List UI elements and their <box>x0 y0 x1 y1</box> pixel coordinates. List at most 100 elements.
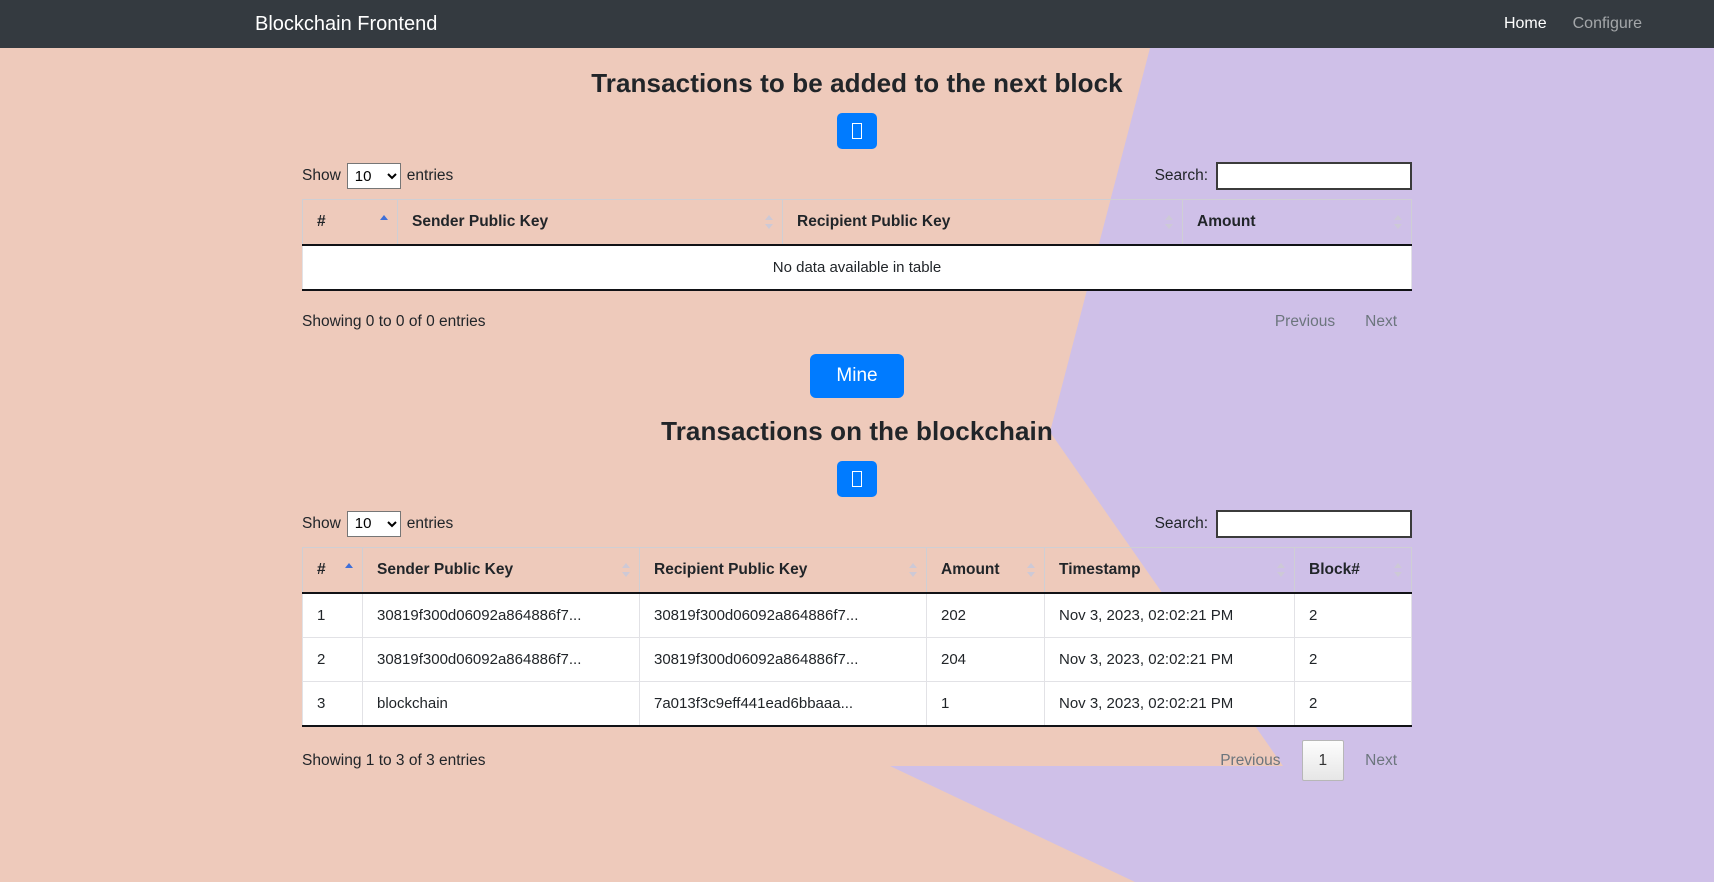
nav-link-configure[interactable]: Configure <box>1573 15 1642 33</box>
blockchain-previous-button[interactable]: Previous <box>1205 743 1295 779</box>
blockchain-col-index[interactable]: # <box>302 546 363 594</box>
missing-glyph-icon <box>852 470 862 487</box>
blockchain-refresh-wrap <box>0 460 1714 497</box>
sort-both-icon <box>1165 214 1174 230</box>
pending-filter-control: Search: <box>1155 162 1412 190</box>
table-row[interactable]: 2 30819f300d06092a864886f7... 30819f300d… <box>302 637 1412 682</box>
blockchain-col-recipient[interactable]: Recipient Public Key <box>639 546 927 594</box>
pending-search-label: Search: <box>1154 167 1208 184</box>
blockchain-transactions-table: # Sender Public Key Recipient Public Key <box>302 546 1412 727</box>
blockchain-search-input[interactable] <box>1216 509 1412 538</box>
blockchain-section-title: Transactions on the blockchain <box>661 415 1053 446</box>
navbar-brand[interactable]: Blockchain Frontend <box>255 14 437 34</box>
mine-button[interactable]: Mine <box>810 353 904 398</box>
sort-both-icon <box>1027 562 1036 578</box>
blockchain-col-amount-label: Amount <box>941 560 1000 578</box>
cell-sender: 30819f300d06092a864886f7... <box>362 637 640 682</box>
blockchain-next-button[interactable]: Next <box>1350 743 1412 779</box>
cell-amount: 204 <box>926 637 1045 682</box>
cell-block: 2 <box>1294 592 1412 638</box>
blockchain-table-head: # Sender Public Key Recipient Public Key <box>302 546 1412 594</box>
cell-index: 3 <box>302 681 363 727</box>
cell-block: 2 <box>1294 681 1412 727</box>
sort-both-icon <box>622 562 631 578</box>
blockchain-filter-control: Search: <box>1154 509 1412 538</box>
pending-table-wrap: Show 10 25 50 100 entries Search: # <box>302 149 1412 340</box>
pending-col-amount-label: Amount <box>1197 213 1256 230</box>
sort-both-icon <box>909 562 918 578</box>
pending-col-sender[interactable]: Sender Public Key <box>397 199 783 246</box>
blockchain-col-amount[interactable]: Amount <box>926 546 1045 594</box>
pending-show-label: Show <box>302 167 341 184</box>
cell-amount: 202 <box>926 592 1045 638</box>
pending-col-recipient-label: Recipient Public Key <box>797 213 951 230</box>
pending-table-info: Showing 0 to 0 of 0 entries <box>302 312 486 330</box>
cell-block: 2 <box>1294 637 1412 682</box>
cell-index: 2 <box>302 637 363 682</box>
blockchain-search-label: Search: <box>1154 514 1208 532</box>
pending-empty-row: No data available in table <box>302 245 1412 291</box>
sort-ascending-icon <box>345 562 354 578</box>
blockchain-table-wrap: Show 10 25 50 100 entries Search: # <box>302 497 1412 782</box>
blockchain-pagination: Previous 1 Next <box>1205 739 1412 782</box>
pending-next-button[interactable]: Next <box>1350 304 1412 340</box>
cell-sender: blockchain <box>362 681 640 727</box>
pending-table-head: # Sender Public Key Recipient Public Key <box>302 199 1412 246</box>
pending-col-amount[interactable]: Amount <box>1182 199 1412 246</box>
blockchain-length-control: Show 10 25 50 100 entries <box>302 510 454 537</box>
pending-length-control: Show 10 25 50 100 entries <box>302 163 453 189</box>
sort-both-icon <box>765 214 774 230</box>
cell-sender: 30819f300d06092a864886f7... <box>362 592 640 638</box>
mine-button-wrap: Mine <box>0 353 1714 398</box>
pending-transactions-table: # Sender Public Key Recipient Public Key <box>302 199 1412 291</box>
blockchain-refresh-button[interactable] <box>837 460 877 497</box>
sort-both-icon <box>1394 214 1403 230</box>
sort-both-icon <box>1394 562 1403 578</box>
cell-recipient: 30819f300d06092a864886f7... <box>639 592 927 638</box>
cell-timestamp: Nov 3, 2023, 02:02:21 PM <box>1044 637 1295 682</box>
pending-table-controls: Show 10 25 50 100 entries Search: <box>302 149 1412 199</box>
sort-ascending-icon <box>380 214 389 230</box>
blockchain-table-controls: Show 10 25 50 100 entries Search: <box>302 497 1412 547</box>
top-navbar: Blockchain Frontend Home Configure <box>0 0 1714 48</box>
blockchain-table-info: Showing 1 to 3 of 3 entries <box>302 751 486 769</box>
blockchain-col-sender-label: Sender Public Key <box>377 560 514 578</box>
blockchain-header-row: # Sender Public Key Recipient Public Key <box>302 546 1412 594</box>
pending-col-index[interactable]: # <box>302 199 398 246</box>
table-row[interactable]: 3 blockchain 7a013f3c9eff441ead6bbaaa...… <box>302 681 1412 727</box>
pending-col-index-label: # <box>317 213 326 230</box>
pending-pagination: Previous Next <box>1260 304 1412 340</box>
cell-recipient: 30819f300d06092a864886f7... <box>639 637 927 682</box>
pending-refresh-wrap <box>0 113 1714 149</box>
pending-page-length-select[interactable]: 10 25 50 100 <box>346 163 401 189</box>
blockchain-col-sender[interactable]: Sender Public Key <box>362 546 640 594</box>
pending-col-recipient[interactable]: Recipient Public Key <box>782 199 1183 246</box>
blockchain-col-timestamp[interactable]: Timestamp <box>1044 546 1295 594</box>
blockchain-show-label: Show <box>302 514 341 532</box>
blockchain-table-body: 1 30819f300d06092a864886f7... 30819f300d… <box>302 592 1412 727</box>
cell-index: 1 <box>302 592 363 638</box>
blockchain-page-1-button[interactable]: 1 <box>1301 739 1345 782</box>
blockchain-col-block-label: Block# <box>1309 560 1360 578</box>
pending-empty-message: No data available in table <box>302 245 1412 291</box>
pending-col-sender-label: Sender Public Key <box>412 213 549 230</box>
cell-timestamp: Nov 3, 2023, 02:02:21 PM <box>1044 592 1295 638</box>
missing-glyph-icon <box>852 123 862 139</box>
pending-entries-label: entries <box>406 167 454 184</box>
pending-header-row: # Sender Public Key Recipient Public Key <box>302 199 1412 246</box>
nav-link-home[interactable]: Home <box>1504 15 1547 33</box>
blockchain-page-length-select[interactable]: 10 25 50 100 <box>346 510 401 537</box>
pending-refresh-button[interactable] <box>837 113 877 149</box>
pending-section-title: Transactions to be added to the next blo… <box>591 68 1123 98</box>
pending-previous-button[interactable]: Previous <box>1260 304 1350 340</box>
cell-recipient: 7a013f3c9eff441ead6bbaaa... <box>639 681 927 727</box>
pending-search-input[interactable] <box>1216 162 1412 190</box>
blockchain-entries-label: entries <box>406 514 454 532</box>
pending-table-footer: Showing 0 to 0 of 0 entries Previous Nex… <box>302 291 1412 340</box>
page-content: Transactions to be added to the next blo… <box>0 48 1714 799</box>
blockchain-col-block[interactable]: Block# <box>1294 546 1412 594</box>
blockchain-col-timestamp-label: Timestamp <box>1059 560 1141 578</box>
blockchain-col-recipient-label: Recipient Public Key <box>654 560 808 578</box>
table-row[interactable]: 1 30819f300d06092a864886f7... 30819f300d… <box>302 592 1412 638</box>
blockchain-table-footer: Showing 1 to 3 of 3 entries Previous 1 N… <box>302 727 1412 782</box>
